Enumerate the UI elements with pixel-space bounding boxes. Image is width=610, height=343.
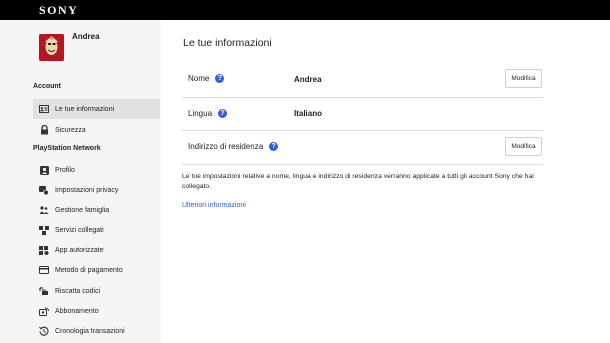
sidebar-item-redeem[interactable]: Riscatta codici [33, 281, 160, 301]
row-label-wrap: Indirizzo di residenza ? [188, 142, 279, 151]
authorized-apps-icon [39, 245, 49, 255]
history-icon [39, 326, 49, 336]
id-card-icon [39, 105, 49, 114]
sidebar-item-label: Gestione famiglia [55, 206, 110, 214]
sidebar-item-label: Le tue informazioni [55, 105, 115, 113]
info-row-name: Nome ? Andrea Modifica [182, 63, 543, 98]
sidebar-item-your-info[interactable]: Le tue informazioni [33, 99, 160, 119]
sidebar-item-label: Impostazioni privacy [55, 186, 119, 194]
sidebar-item-security[interactable]: Sicurezza [33, 120, 160, 140]
sidebar-item-label: Metodo di pagamento [55, 266, 123, 274]
section-account: Account [33, 83, 61, 90]
row-value: Italiano [294, 109, 323, 118]
sony-logo[interactable]: SONY [39, 3, 78, 18]
sidebar-item-label: Profilo [55, 166, 75, 174]
row-label: Nome [188, 74, 210, 83]
privacy-icon [39, 185, 49, 195]
row-value: Andrea [294, 75, 322, 84]
avatar[interactable] [39, 34, 64, 61]
sidebar-item-profile[interactable]: Profilo [33, 160, 160, 180]
credit-card-icon [39, 266, 49, 275]
more-info-link[interactable]: Ulteriori informazioni [182, 202, 246, 209]
user-name: Andrea [72, 32, 100, 41]
redeem-code-icon [39, 286, 49, 296]
sidebar-item-label: Riscatta codici [55, 287, 101, 295]
sidebar-item-privacy[interactable]: Impostazioni privacy [33, 180, 160, 200]
sidebar-item-family[interactable]: Gestione famiglia [33, 200, 160, 220]
info-row-address: Indirizzo di residenza ? Modifica [182, 131, 543, 165]
info-note: Le tue impostazioni relative a nome, lin… [182, 173, 534, 190]
section-psn: PlayStation Network [33, 145, 101, 152]
sidebar-item-transactions[interactable]: Cronologia transazioni [33, 321, 160, 341]
sidebar-item-label: Sicurezza [55, 126, 86, 134]
sidebar-item-subscription[interactable]: Abbonamento [33, 301, 160, 321]
row-label: Indirizzo di residenza [188, 142, 264, 151]
row-label-wrap: Lingua ? [188, 109, 228, 118]
page-title: Le tue informazioni [183, 37, 272, 49]
family-icon [39, 205, 49, 215]
profile-icon [39, 165, 49, 175]
top-bar: SONY [0, 0, 610, 20]
lock-icon [39, 125, 49, 135]
sidebar-item-label: Cronologia transazioni [55, 327, 125, 335]
sidebar-item-label: App autorizzate [55, 246, 104, 254]
row-label-wrap: Nome ? [188, 74, 225, 83]
help-icon[interactable]: ? [218, 109, 228, 118]
sidebar-item-label: Abbonamento [55, 307, 99, 315]
linked-services-icon [39, 225, 49, 235]
edit-address-button[interactable]: Modifica [505, 137, 542, 156]
help-icon[interactable]: ? [269, 142, 279, 151]
sidebar: Andrea Account Le tue informazioni Sicur… [0, 20, 161, 343]
subscription-icon [39, 306, 49, 316]
sidebar-item-label: Servizi collegati [55, 226, 104, 234]
edit-name-button[interactable]: Modifica [505, 69, 542, 88]
info-row-language: Lingua ? Italiano [182, 98, 543, 131]
sidebar-item-payment[interactable]: Metodo di pagamento [33, 260, 160, 280]
sidebar-item-linked-services[interactable]: Servizi collegati [33, 220, 160, 240]
sidebar-item-authorized-apps[interactable]: App autorizzate [33, 240, 160, 260]
help-icon[interactable]: ? [215, 74, 225, 83]
row-label: Lingua [188, 109, 213, 118]
